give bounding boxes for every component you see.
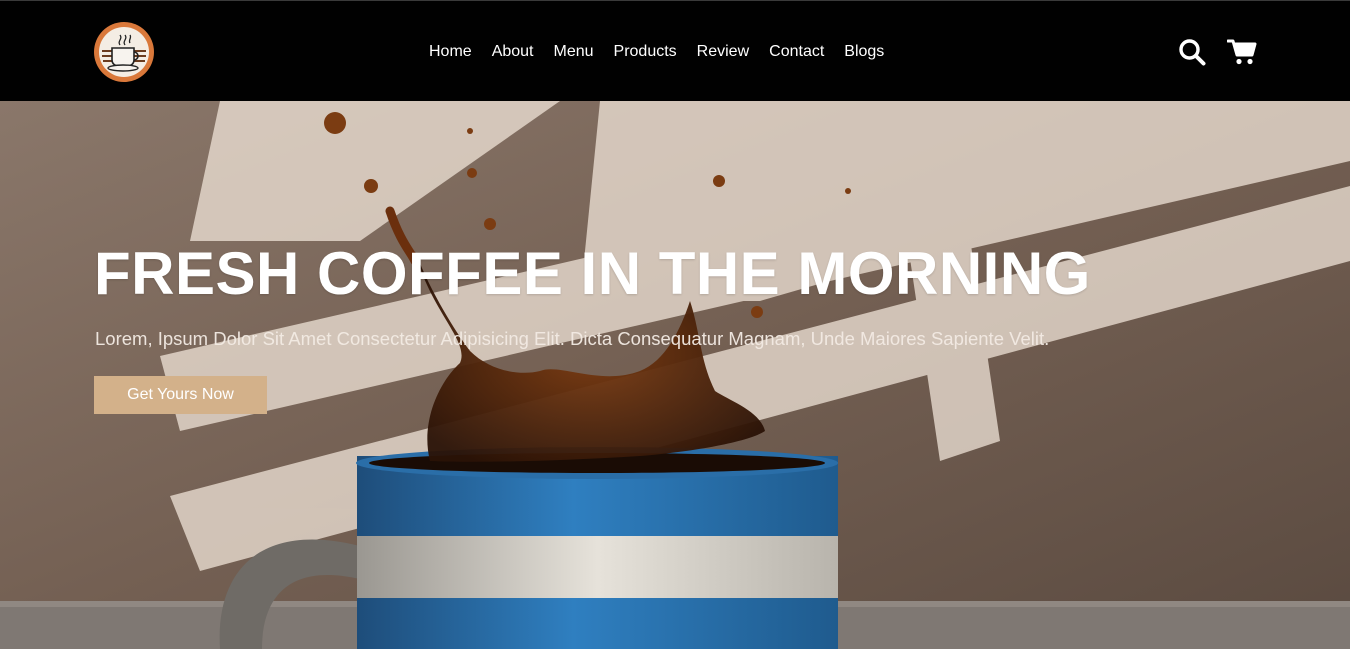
main-nav: Home About Menu Products Review Contact …: [419, 41, 894, 63]
site-header: Home About Menu Products Review Contact …: [0, 0, 1350, 101]
hero-section: FRESH COFFEE IN THE MORNING Lorem, Ipsum…: [0, 101, 1350, 649]
nav-contact[interactable]: Contact: [759, 41, 834, 63]
shopping-cart-icon[interactable]: [1226, 37, 1258, 67]
nav-blogs[interactable]: Blogs: [834, 41, 894, 63]
nav-home[interactable]: Home: [419, 41, 482, 63]
nav-about[interactable]: About: [482, 41, 544, 63]
header-actions: [1176, 37, 1258, 67]
coffee-splash-mug-photo: [0, 101, 1350, 649]
hero-subtitle: Lorem, Ipsum Dolor Sit Amet Consectetur …: [95, 328, 1050, 349]
nav-review[interactable]: Review: [687, 41, 759, 63]
hero-title: FRESH COFFEE IN THE MORNING: [94, 240, 1091, 307]
nav-products[interactable]: Products: [604, 41, 687, 63]
get-yours-now-button[interactable]: Get Yours Now: [94, 376, 267, 414]
search-icon[interactable]: [1176, 37, 1208, 67]
nav-menu[interactable]: Menu: [544, 41, 604, 63]
page: Home About Menu Products Review Contact …: [0, 0, 1350, 649]
coffee-cup-logo-icon[interactable]: [93, 21, 155, 83]
